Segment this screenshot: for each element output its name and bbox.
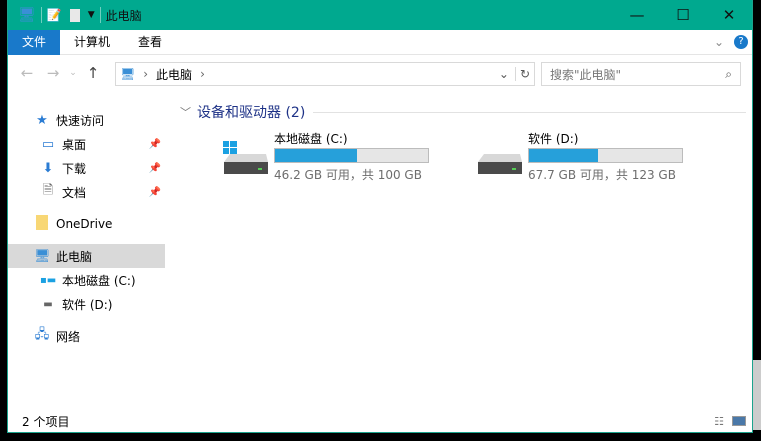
sidebar-label: 下载 [62, 161, 87, 176]
large-icons-view-icon[interactable] [732, 416, 746, 426]
item-count: 2 个项目 [22, 414, 70, 429]
tab-file[interactable]: 文件 [8, 29, 61, 55]
pin-icon[interactable]: 📌 [149, 187, 161, 198]
chevron-down-icon: ﹀ [180, 106, 191, 119]
tab-view[interactable]: 查看 [124, 30, 176, 55]
close-button[interactable]: ✕ [706, 0, 752, 30]
maximize-button[interactable]: ☐ [660, 0, 706, 30]
network-icon: 🖧 [34, 327, 50, 342]
properties-icon[interactable]: 📝 [47, 8, 62, 22]
document-icon: 🗎 [42, 183, 54, 198]
sidebar-item-downloads[interactable]: ⬇ 下载 📌 [8, 156, 165, 180]
sidebar-label: OneDrive [56, 217, 113, 231]
usage-bar-fill [529, 149, 598, 162]
search-icon: ⌕ [725, 66, 732, 81]
pin-icon[interactable]: 📌 [149, 163, 161, 174]
background-window [753, 360, 761, 430]
search-placeholder: 搜索"此电脑" [550, 67, 622, 82]
minimize-button[interactable]: — [614, 0, 660, 30]
windows-drive-icon: ▪▬ [40, 274, 57, 286]
pin-icon[interactable]: 📌 [149, 139, 161, 150]
computer-icon: 🖥 [18, 7, 36, 23]
drive-icon [478, 154, 522, 174]
sidebar-label: 桌面 [62, 137, 87, 152]
windows-drive-icon [223, 141, 268, 174]
content-pane: ﹀ 设备和驱动器 (2) 本地磁盘 (C:) 46.2 GB 可用，共 100 G… [174, 100, 752, 182]
sidebar-label: 此电脑 [56, 249, 93, 264]
tab-computer[interactable]: 计算机 [60, 30, 124, 55]
sidebar-item-documents[interactable]: 🗎 文档 📌 [8, 180, 165, 204]
usage-bar [274, 148, 429, 163]
new-folder-icon[interactable] [69, 8, 80, 22]
address-dropdown-icon[interactable]: ⌄ [499, 67, 509, 81]
ribbon-tabs: 文件 计算机 查看 ⌄ ? [8, 29, 752, 55]
forward-button[interactable]: → [40, 64, 66, 82]
usage-bar-fill [275, 149, 358, 162]
sidebar-label: 快速访问 [56, 113, 105, 128]
drive-item-d[interactable]: 软件 (D:) 67.7 GB 可用，共 123 GB [476, 128, 706, 188]
computer-icon: 🖥 [34, 248, 51, 264]
drive-name: 本地磁盘 (C:) [274, 132, 348, 146]
desktop-icon: ▭ [41, 136, 55, 152]
title-bar: 🖥 📝 ▼ 此电脑 — ☐ ✕ [8, 0, 752, 30]
drive-item-c[interactable]: 本地磁盘 (C:) 46.2 GB 可用，共 100 GB [222, 128, 452, 188]
drive-space: 67.7 GB 可用，共 123 GB [528, 168, 676, 182]
download-icon: ⬇ [42, 160, 54, 176]
drive-icon: ▬ [43, 298, 53, 310]
sidebar-label: 本地磁盘 (C:) [62, 273, 136, 288]
sidebar-label: 文档 [62, 185, 87, 200]
sidebar-label: 软件 (D:) [62, 297, 113, 312]
computer-icon: 🖥 [120, 67, 136, 81]
up-button[interactable]: ↑ [80, 64, 106, 82]
recent-dropdown[interactable]: ⌄ [66, 68, 80, 78]
group-title: 设备和驱动器 (2) [197, 105, 306, 121]
help-icon[interactable]: ? [734, 35, 748, 49]
drive-space: 46.2 GB 可用，共 100 GB [274, 168, 422, 182]
status-bar: 2 个项目 ☷ [8, 410, 752, 432]
back-button[interactable]: ← [14, 64, 40, 82]
search-input[interactable]: 搜索"此电脑" ⌕ [541, 62, 741, 86]
breadcrumb-this-pc[interactable]: 此电脑 [156, 66, 192, 83]
sidebar-item-onedrive[interactable]: OneDrive [8, 212, 165, 236]
sidebar-item-network[interactable]: 🖧 网络 [8, 324, 165, 348]
sidebar-item-this-pc[interactable]: 🖥 此电脑 [8, 244, 165, 268]
group-header[interactable]: ﹀ 设备和驱动器 (2) [174, 100, 752, 124]
drive-name: 软件 (D:) [528, 132, 579, 146]
quick-access-dropdown-icon[interactable]: ▼ [88, 10, 95, 20]
explorer-window: 🖥 📝 ▼ 此电脑 — ☐ ✕ 文件 计算机 查看 ⌄ ? ← → ⌄ ↑ 🖥 … [7, 0, 753, 433]
details-view-icon[interactable]: ☷ [714, 415, 724, 428]
expand-ribbon-icon[interactable]: ⌄ [714, 35, 724, 49]
navigation-pane: ★ 快速访问 ▭ 桌面 📌 ⬇ 下载 📌 🗎 文档 📌 OneDrive 🖥 此电脑 ▪▬ 本地磁… [8, 100, 165, 348]
sidebar-item-desktop[interactable]: ▭ 桌面 📌 [8, 132, 165, 156]
address-bar[interactable]: 🖥 › 此电脑 › ⌄ ↻ [115, 62, 535, 86]
window-title: 此电脑 [105, 8, 142, 23]
folder-icon [34, 214, 50, 234]
usage-bar [528, 148, 683, 163]
sidebar-item-drive-c[interactable]: ▪▬ 本地磁盘 (C:) [8, 268, 165, 292]
refresh-button[interactable]: ↻ [514, 67, 534, 81]
sidebar-item-quick-access[interactable]: ★ 快速访问 [8, 108, 165, 132]
sidebar-item-drive-d[interactable]: ▬ 软件 (D:) [8, 292, 165, 316]
star-icon: ★ [36, 112, 48, 128]
sidebar-label: 网络 [56, 329, 81, 344]
